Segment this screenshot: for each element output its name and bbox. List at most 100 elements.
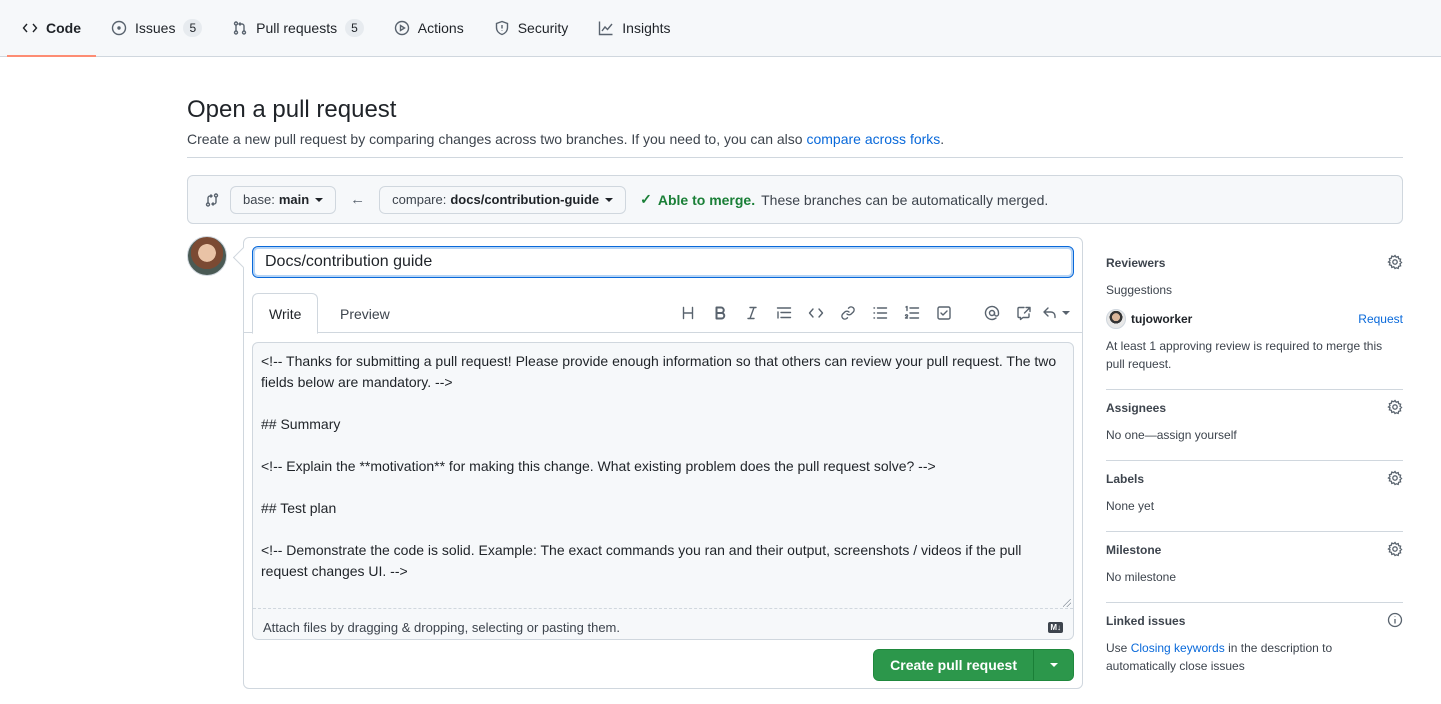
labels-settings-button[interactable]: [1387, 469, 1403, 489]
linked-issues-heading: Linked issues: [1106, 614, 1186, 628]
assignees-heading: Assignees: [1106, 401, 1167, 415]
base-branch-select[interactable]: base: main: [230, 185, 337, 214]
base-branch-name: main: [278, 192, 310, 207]
tab-pull-requests[interactable]: Pull requests 5: [217, 0, 379, 56]
tab-label: Issues: [135, 20, 176, 36]
tab-write[interactable]: Write: [252, 293, 319, 334]
list-ordered-icon: [904, 305, 920, 319]
gear-icon: [1387, 398, 1403, 414]
milestone-settings-button[interactable]: [1387, 540, 1403, 560]
cross-reference-button[interactable]: [1008, 299, 1040, 327]
unordered-list-button[interactable]: [864, 299, 896, 327]
graph-icon: [599, 21, 613, 36]
chevron-down-icon: [1049, 663, 1058, 667]
suggestions-label: Suggestions: [1106, 283, 1173, 297]
link-icon: [841, 306, 855, 320]
cross-reference-icon: [1017, 306, 1031, 321]
saved-replies-button[interactable]: [1040, 299, 1072, 327]
chevron-down-icon: [315, 197, 324, 202]
linked-issues-info-button[interactable]: [1387, 612, 1403, 631]
merge-status: ✓ Able to merge. These branches can be a…: [640, 191, 1048, 208]
compare-across-forks-link[interactable]: compare across forks: [806, 131, 940, 147]
compare-prefix: compare:: [392, 192, 447, 207]
quote-icon: [776, 307, 792, 319]
check-icon: ✓: [640, 191, 652, 207]
markdown-icon[interactable]: M↓: [1048, 622, 1063, 633]
compare-branch-name: docs/contribution-guide: [450, 192, 600, 207]
page-subtitle: Create a new pull request by comparing c…: [187, 131, 1403, 158]
reviewers-heading: Reviewers: [1106, 256, 1166, 270]
code-icon: [808, 308, 824, 318]
gear-icon: [1387, 469, 1403, 485]
mention-button[interactable]: [976, 299, 1008, 327]
editor-tabs: Write Preview: [244, 293, 1082, 334]
italic-icon: [747, 306, 757, 320]
gear-icon: [1387, 540, 1403, 556]
tab-issues[interactable]: Issues 5: [96, 0, 217, 56]
suggested-reviewer: tujoworker Request: [1106, 309, 1403, 329]
closing-keywords-link[interactable]: Closing keywords: [1131, 641, 1225, 655]
pull-requests-count: 5: [345, 19, 364, 37]
labels-heading: Labels: [1106, 472, 1145, 486]
avatar: [187, 236, 227, 276]
gear-icon: [1387, 253, 1403, 269]
pr-body-textarea[interactable]: <!-- Thanks for submitting a pull reques…: [253, 343, 1073, 609]
reviewer-name[interactable]: tujoworker: [1131, 312, 1192, 326]
git-compare-icon: [205, 192, 219, 207]
request-review-link[interactable]: Request: [1358, 312, 1403, 326]
linked-issues-pre: Use: [1106, 641, 1131, 655]
pr-sidebar: Reviewers Suggestions tujoworker Request…: [1106, 245, 1403, 691]
code-button[interactable]: [800, 299, 832, 327]
pr-body-editor: <!-- Thanks for submitting a pull reques…: [252, 342, 1074, 640]
task-list-button[interactable]: [928, 299, 960, 327]
attach-files-text: Attach files by dragging & dropping, sel…: [263, 620, 620, 635]
branch-range-bar: base: main ← compare: docs/contribution-…: [187, 175, 1403, 224]
base-prefix: base:: [243, 192, 275, 207]
mention-icon: [984, 305, 1000, 321]
main-content: Open a pull request Create a new pull re…: [187, 57, 1403, 224]
tab-code[interactable]: Code: [7, 0, 96, 57]
italic-button[interactable]: [736, 299, 768, 327]
tab-preview[interactable]: Preview: [324, 293, 406, 334]
linked-issues-text: Use Closing keywords in the description …: [1106, 639, 1403, 675]
subtitle-end: .: [940, 131, 945, 147]
tab-label: Actions: [417, 20, 464, 36]
attach-files-bar[interactable]: Attach files by dragging & dropping, sel…: [253, 612, 1073, 639]
reviewers-section: Reviewers Suggestions tujoworker Request…: [1106, 245, 1403, 390]
chevron-down-icon: [605, 197, 614, 202]
bold-button[interactable]: [704, 299, 736, 327]
pr-composer: Write Preview <!-- Thanks for submitting…: [243, 237, 1083, 689]
heading-button[interactable]: [672, 299, 704, 327]
arrow-left-icon: ←: [350, 191, 366, 208]
assignees-text[interactable]: No one—assign yourself: [1106, 426, 1403, 444]
tab-label: Pull requests: [256, 20, 338, 36]
milestone-section: Milestone No milestone: [1106, 532, 1403, 603]
tab-actions[interactable]: Actions: [379, 0, 479, 56]
info-icon: [1387, 612, 1403, 627]
milestone-text: No milestone: [1106, 570, 1177, 584]
link-button[interactable]: [832, 299, 864, 327]
ordered-list-button[interactable]: [896, 299, 928, 327]
markdown-toolbar: [672, 299, 1072, 327]
resize-handle[interactable]: [1063, 599, 1071, 607]
play-icon: [394, 20, 409, 36]
subtitle-text: Create a new pull request by comparing c…: [187, 131, 807, 147]
compare-branch-select[interactable]: compare: docs/contribution-guide: [379, 185, 627, 214]
create-pull-request-button[interactable]: Create pull request: [874, 650, 1033, 680]
create-options-dropdown[interactable]: [1033, 650, 1073, 680]
assignees-settings-button[interactable]: [1387, 398, 1403, 418]
chevron-down-icon: [1062, 311, 1070, 315]
assignees-section: Assignees No one—assign yourself: [1106, 390, 1403, 461]
reply-icon: [1043, 307, 1056, 319]
code-icon: [22, 23, 38, 33]
pr-title-input[interactable]: [252, 246, 1074, 278]
tasklist-icon: [937, 306, 951, 320]
shield-icon: [495, 20, 508, 36]
tab-label: Security: [517, 20, 569, 36]
reviewers-settings-button[interactable]: [1387, 253, 1403, 273]
tab-insights[interactable]: Insights: [583, 0, 685, 56]
quote-button[interactable]: [768, 299, 800, 327]
milestone-heading: Milestone: [1106, 543, 1162, 557]
tab-security[interactable]: Security: [479, 0, 584, 56]
merge-status-text: These branches can be automatically merg…: [761, 191, 1049, 208]
